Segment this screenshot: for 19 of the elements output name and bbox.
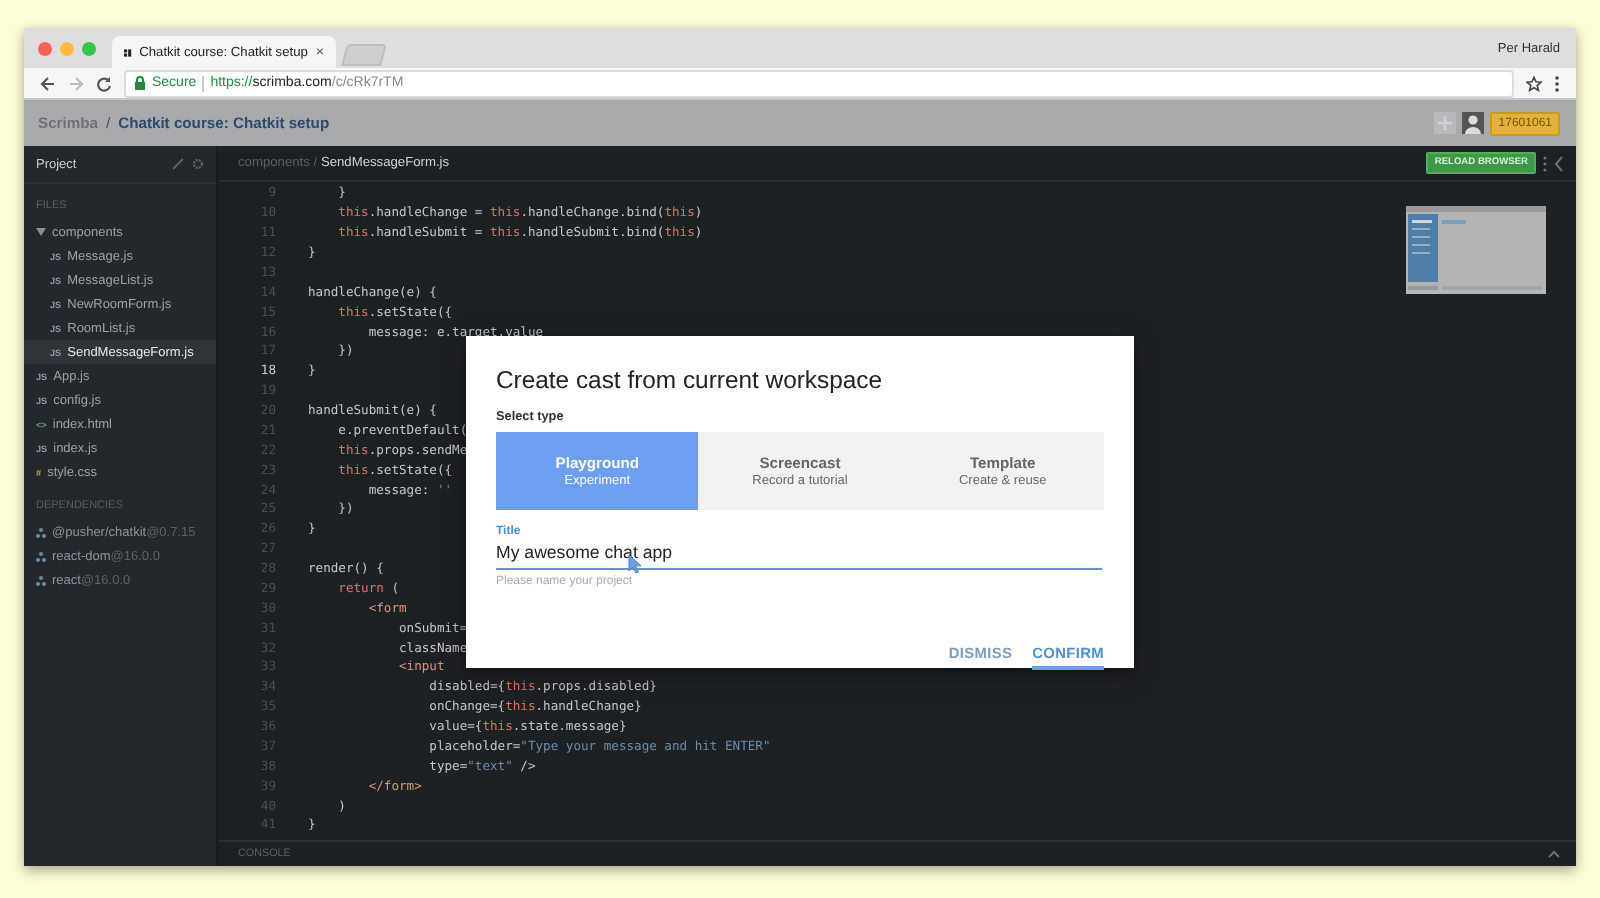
star-icon[interactable] — [1526, 75, 1542, 91]
plus-icon — [1438, 116, 1453, 130]
settings-icon[interactable] — [192, 158, 204, 170]
avatar-icon[interactable] — [1462, 112, 1485, 134]
caret-up-icon[interactable] — [1548, 850, 1560, 858]
dialog-title: Create cast from current workspace — [496, 366, 885, 394]
back-icon[interactable] — [40, 75, 56, 91]
package-icon — [36, 551, 46, 561]
more-icon[interactable] — [1542, 155, 1548, 171]
package-icon — [36, 575, 46, 585]
reload-icon[interactable] — [96, 75, 112, 91]
pencil-icon[interactable] — [172, 158, 184, 170]
forward-icon[interactable] — [68, 75, 84, 91]
preview-thumbnail — [1406, 206, 1546, 294]
chevron-left-icon[interactable] — [1554, 155, 1564, 171]
lock-icon — [134, 76, 146, 90]
menu-icon[interactable] — [1554, 75, 1560, 91]
site-icon — [124, 45, 132, 59]
package-icon — [36, 527, 46, 537]
